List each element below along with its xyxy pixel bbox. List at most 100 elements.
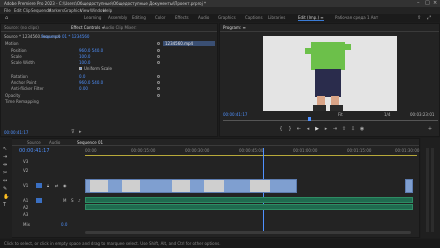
workspace-editing[interactable]: Editing bbox=[132, 15, 146, 20]
extract-icon[interactable]: ⇩ bbox=[350, 126, 356, 132]
workspace-learning[interactable]: Learning bbox=[84, 15, 101, 20]
hand-tool-icon[interactable]: ✋ bbox=[3, 194, 9, 200]
tab-source[interactable]: Source: (no clips) bbox=[4, 25, 39, 30]
mini-timeline-clip[interactable]: 1234560.mp4 bbox=[163, 41, 215, 46]
menu-edit[interactable]: Edit bbox=[14, 8, 22, 13]
step-forward-icon[interactable]: ▸ bbox=[323, 126, 329, 132]
track-select-icon[interactable]: ⇥ bbox=[3, 154, 7, 160]
work-area-bar[interactable] bbox=[85, 155, 417, 156]
export-frame-icon[interactable]: ◉ bbox=[359, 126, 365, 132]
close-icon[interactable]: × bbox=[433, 0, 437, 6]
workspace-libraries[interactable]: Libraries bbox=[268, 15, 285, 20]
eye-icon[interactable]: ◉ bbox=[63, 183, 67, 188]
play-only-icon[interactable]: ▸ bbox=[79, 129, 82, 135]
keyframe-toggle-icon[interactable] bbox=[157, 61, 160, 64]
lift-icon[interactable]: ⇧ bbox=[341, 126, 347, 132]
keyframe-toggle-icon[interactable] bbox=[157, 87, 160, 90]
timeline-ruler[interactable]: 00:00 00:00:15:00 00:00:30:00 00:00:45:0… bbox=[85, 148, 419, 154]
source-patch-v1[interactable] bbox=[36, 183, 42, 188]
tab-program[interactable]: Program: ≡ bbox=[223, 25, 246, 30]
workspace-assembly[interactable]: Assembly bbox=[108, 15, 127, 20]
uniform-scale-checkbox[interactable] bbox=[79, 67, 82, 70]
fx-scale-width-value[interactable]: 100.0 bbox=[79, 60, 90, 65]
video-clip-end[interactable] bbox=[405, 179, 413, 193]
settings-icon[interactable]: + bbox=[427, 126, 433, 132]
mark-out-icon[interactable]: } bbox=[287, 126, 293, 132]
resolution-dropdown[interactable]: 1/4 bbox=[384, 112, 390, 117]
audio-meters bbox=[421, 138, 440, 238]
share-icon[interactable]: ⇪ bbox=[417, 15, 421, 21]
keyframe-toggle-icon[interactable] bbox=[157, 94, 160, 97]
timeline-timecode[interactable]: 00:00:41:17 bbox=[19, 148, 50, 154]
keyframe-toggle-icon[interactable] bbox=[157, 81, 160, 84]
mic-icon[interactable]: ♪ bbox=[78, 198, 81, 203]
menu-help[interactable]: Help bbox=[103, 8, 112, 13]
go-to-in-icon[interactable]: ⇤ bbox=[296, 126, 302, 132]
workspace-color[interactable]: Color bbox=[155, 15, 165, 20]
keyframe-toggle-icon[interactable] bbox=[157, 42, 160, 45]
track-a3[interactable]: A3 bbox=[23, 212, 28, 217]
mute-icon[interactable]: M bbox=[63, 198, 66, 203]
workspace-custom-active[interactable]: Edit (Imp.) ≡ bbox=[298, 15, 324, 21]
program-video-frame[interactable] bbox=[263, 36, 397, 111]
track-v2[interactable]: V2 bbox=[23, 168, 28, 173]
lock-icon[interactable]: 🔒︎ bbox=[47, 183, 49, 188]
program-scrub-bar[interactable] bbox=[223, 120, 438, 121]
fx-anchor-value[interactable]: 960.0 540.0 bbox=[79, 80, 103, 85]
video-clip[interactable] bbox=[85, 179, 297, 193]
solo-icon[interactable]: S bbox=[71, 198, 74, 203]
workspace-custom-2[interactable]: Рабочая среда 1 Авт bbox=[335, 15, 378, 20]
effect-controls-timecode[interactable]: 00:00:41:17 bbox=[4, 130, 28, 135]
fx-position-value[interactable]: 960.0 540.0 bbox=[79, 48, 103, 53]
workspace-graphics[interactable]: Graphics bbox=[218, 15, 236, 20]
workspace-captions[interactable]: Captions bbox=[245, 15, 263, 20]
menu-clip[interactable]: Clip bbox=[23, 8, 31, 13]
workspace-audio[interactable]: Audio bbox=[198, 15, 209, 20]
sequence-label[interactable]: Sequence 01 * 1234560 bbox=[41, 34, 89, 39]
tab-effect-controls[interactable]: Effect Controls ≡ bbox=[71, 25, 105, 30]
workspace-effects[interactable]: Effects bbox=[175, 15, 189, 20]
program-playhead[interactable] bbox=[308, 117, 311, 121]
menu-file[interactable]: File bbox=[4, 8, 11, 13]
go-to-out-icon[interactable]: ⇥ bbox=[332, 126, 338, 132]
timeline-scrollbar[interactable] bbox=[85, 231, 411, 234]
audio-clip-a2[interactable] bbox=[85, 204, 413, 210]
sync-icon[interactable]: ⇄ bbox=[55, 183, 58, 188]
fx-rotation-value[interactable]: 0.0 bbox=[79, 74, 85, 79]
fx-time-remapping[interactable]: Time Remapping bbox=[5, 99, 39, 104]
tab-audio-clip-mixer[interactable]: Audio Clip Mixer: bbox=[103, 25, 137, 30]
fullscreen-icon[interactable]: ⤢ bbox=[427, 15, 431, 21]
audio-clip-a1[interactable] bbox=[85, 197, 413, 203]
home-icon[interactable]: ⌂ bbox=[5, 15, 8, 21]
keyframe-toggle-icon[interactable] bbox=[157, 75, 160, 78]
filter-icon[interactable]: ⊽ bbox=[71, 129, 75, 135]
maximize-icon[interactable]: □ bbox=[425, 0, 430, 6]
step-back-icon[interactable]: ◂ bbox=[305, 126, 311, 132]
fx-opacity[interactable]: Opacity bbox=[5, 93, 20, 98]
mix-value[interactable]: 0.0 bbox=[61, 222, 67, 227]
play-icon[interactable]: ▶ bbox=[314, 126, 320, 132]
menu-markers[interactable]: Markers bbox=[48, 8, 64, 13]
keyframe-toggle-icon[interactable] bbox=[157, 55, 160, 58]
type-tool-icon[interactable]: T bbox=[3, 202, 6, 208]
track-v3[interactable]: V3 bbox=[23, 159, 28, 164]
menu-view[interactable]: View bbox=[80, 8, 90, 13]
fx-motion[interactable]: Motion bbox=[5, 41, 19, 46]
fit-dropdown[interactable]: Fit bbox=[338, 112, 343, 117]
track-a2[interactable]: A2 bbox=[23, 205, 28, 210]
keyframe-toggle-icon[interactable] bbox=[157, 49, 160, 52]
ripple-edit-icon[interactable]: ⇹ bbox=[3, 162, 7, 168]
slip-tool-icon[interactable]: ↔ bbox=[3, 178, 7, 184]
mark-in-icon[interactable]: { bbox=[278, 126, 284, 132]
track-a1[interactable]: A1 bbox=[23, 198, 28, 203]
title-bar: Adobe Premiere Pro 2023 - C:\Users\Общед… bbox=[0, 0, 440, 7]
program-timecode[interactable]: 00:00:41:17 bbox=[223, 112, 247, 117]
minimize-icon[interactable]: – bbox=[417, 0, 420, 6]
fx-antiflicker-value[interactable]: 0.00 bbox=[79, 86, 88, 91]
razor-tool-icon[interactable]: ✂ bbox=[3, 170, 7, 176]
fx-scale-value[interactable]: 100.0 bbox=[79, 54, 90, 59]
pen-tool-icon[interactable]: ✎ bbox=[3, 186, 7, 192]
source-patch-a1[interactable] bbox=[36, 198, 42, 203]
track-v1[interactable]: V1 bbox=[23, 183, 28, 188]
selection-tool-icon[interactable]: ↖ bbox=[3, 146, 7, 152]
